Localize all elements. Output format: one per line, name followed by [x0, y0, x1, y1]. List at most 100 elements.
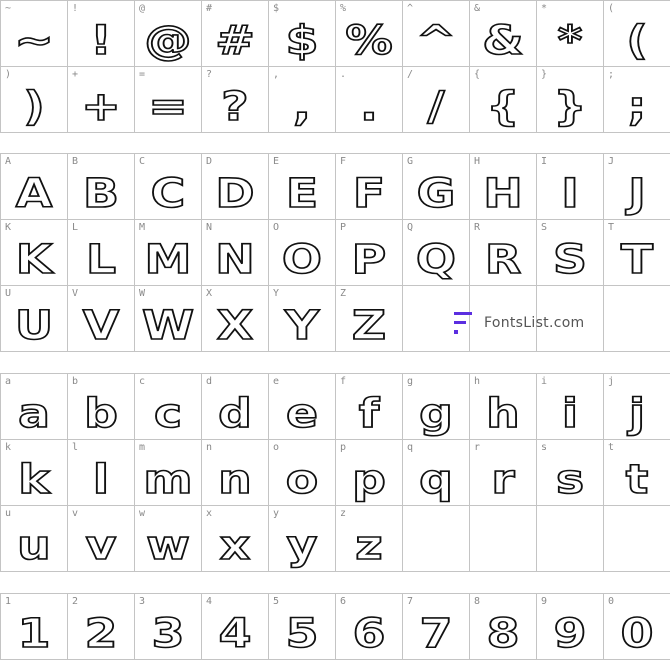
- glyph-label: E: [273, 156, 280, 167]
- glyph-cell: 55: [269, 594, 336, 660]
- glyph-sample: (: [625, 17, 648, 64]
- glyph-sample: .: [359, 83, 379, 130]
- glyph-sample: 6: [352, 610, 387, 657]
- glyph-cell: ii: [537, 374, 604, 440]
- glyph-label: (: [608, 3, 615, 14]
- fontslist-watermark-text: FontsList.com: [484, 315, 585, 331]
- glyph-sample: ^: [415, 17, 456, 64]
- glyph-label: A: [5, 156, 12, 167]
- glyph-sample: }: [552, 83, 587, 130]
- glyph-sample: @: [143, 17, 192, 64]
- glyph-cell: hh: [470, 374, 537, 440]
- glyph-cell: FF: [336, 154, 403, 220]
- glyph-cell: ff: [336, 374, 403, 440]
- glyph-label: l: [72, 442, 79, 453]
- glyph-cell: gg: [403, 374, 470, 440]
- glyph-sample: c: [153, 390, 183, 437]
- glyph-label: $: [273, 3, 280, 14]
- glyph-sample: e: [285, 390, 319, 437]
- glyph-label: D: [206, 156, 213, 167]
- glyph-cell: ,,: [269, 67, 336, 133]
- glyph-cell: bb: [68, 374, 135, 440]
- glyph-label: a: [5, 376, 12, 387]
- glyph-cell: xx: [202, 506, 269, 572]
- glyph-cell: MM: [135, 220, 202, 286]
- glyph-label: 7: [407, 596, 414, 607]
- glyph-sample: V: [82, 302, 120, 349]
- glyph-sample: j: [628, 390, 646, 437]
- glyph-cell: ??: [202, 67, 269, 133]
- glyph-label: G: [407, 156, 414, 167]
- glyph-label: q: [407, 442, 414, 453]
- glyph-label: 9: [541, 596, 548, 607]
- glyph-cell: EE: [269, 154, 336, 220]
- glyph-cell: ll: [68, 440, 135, 506]
- glyph-cell: 99: [537, 594, 604, 660]
- glyph-label: K: [5, 222, 12, 233]
- glyph-sample: X: [216, 302, 254, 349]
- glyph-sample: J: [627, 170, 646, 217]
- glyph-label: p: [340, 442, 347, 453]
- glyph-label: 6: [340, 596, 347, 607]
- glyph-cell: nn: [202, 440, 269, 506]
- glyph-label: c: [139, 376, 146, 387]
- glyph-label: .: [340, 69, 347, 80]
- glyph-label: S: [541, 222, 548, 233]
- glyph-label: O: [273, 222, 280, 233]
- glyph-label: t: [608, 442, 615, 453]
- glyph-label: =: [139, 69, 146, 80]
- glyph-sample: {: [485, 83, 520, 130]
- glyph-cell: ~ ~: [1, 1, 68, 67]
- glyph-label: h: [474, 376, 481, 387]
- glyph-sample: k: [17, 456, 50, 503]
- glyph-label: f: [340, 376, 347, 387]
- glyph-sample: ): [22, 83, 45, 130]
- glyph-label: B: [72, 156, 79, 167]
- glyph-sample: 7: [419, 610, 454, 657]
- glyph-label: w: [139, 508, 146, 519]
- glyph-cell: 77: [403, 594, 470, 660]
- glyph-cell: CC: [135, 154, 202, 220]
- glyph-label: ~: [5, 3, 12, 14]
- glyph-cell: QQ: [403, 220, 470, 286]
- glyph-label: ^: [407, 3, 414, 14]
- glyph-cell: AA: [1, 154, 68, 220]
- glyph-sample: F: [352, 170, 386, 217]
- glyph-sample: H: [482, 170, 523, 217]
- glyph-sample: G: [416, 170, 457, 217]
- glyph-label: ?: [206, 69, 213, 80]
- glyph-label: %: [340, 3, 347, 14]
- glyph-sample: S: [552, 236, 588, 283]
- glyph-cell: tt: [604, 440, 670, 506]
- glyph-label: 1: [5, 596, 12, 607]
- glyph-label: }: [541, 69, 548, 80]
- glyph-label: Z: [340, 288, 347, 299]
- glyph-cell: ZZ: [336, 286, 403, 352]
- glyph-label: o: [273, 442, 280, 453]
- glyph-sample: I: [560, 170, 579, 217]
- empty-cell: [470, 506, 537, 572]
- glyph-cell: 44: [202, 594, 269, 660]
- glyph-cell: 00: [604, 594, 670, 660]
- glyph-label: F: [340, 156, 347, 167]
- glyph-label: b: [72, 376, 79, 387]
- glyph-cell: NN: [202, 220, 269, 286]
- glyph-sample: W: [141, 302, 195, 349]
- glyph-cell: * *: [537, 1, 604, 67]
- glyph-cell: rr: [470, 440, 537, 506]
- glyph-sample: t: [625, 456, 649, 503]
- glyph-sample: y: [286, 522, 319, 569]
- glyph-sample: T: [620, 236, 654, 283]
- glyph-cell: 33: [135, 594, 202, 660]
- glyph-sample: p: [351, 456, 387, 503]
- glyph-cell: GG: [403, 154, 470, 220]
- glyph-cell: aa: [1, 374, 68, 440]
- glyph-label: H: [474, 156, 481, 167]
- glyph-sample: #: [214, 17, 255, 64]
- glyph-cell: II: [537, 154, 604, 220]
- glyph-sample: R: [484, 236, 522, 283]
- glyph-sample: +: [80, 83, 121, 130]
- glyph-sample: s: [555, 456, 585, 503]
- glyph-cell: 22: [68, 594, 135, 660]
- glyph-sample: f: [358, 390, 380, 437]
